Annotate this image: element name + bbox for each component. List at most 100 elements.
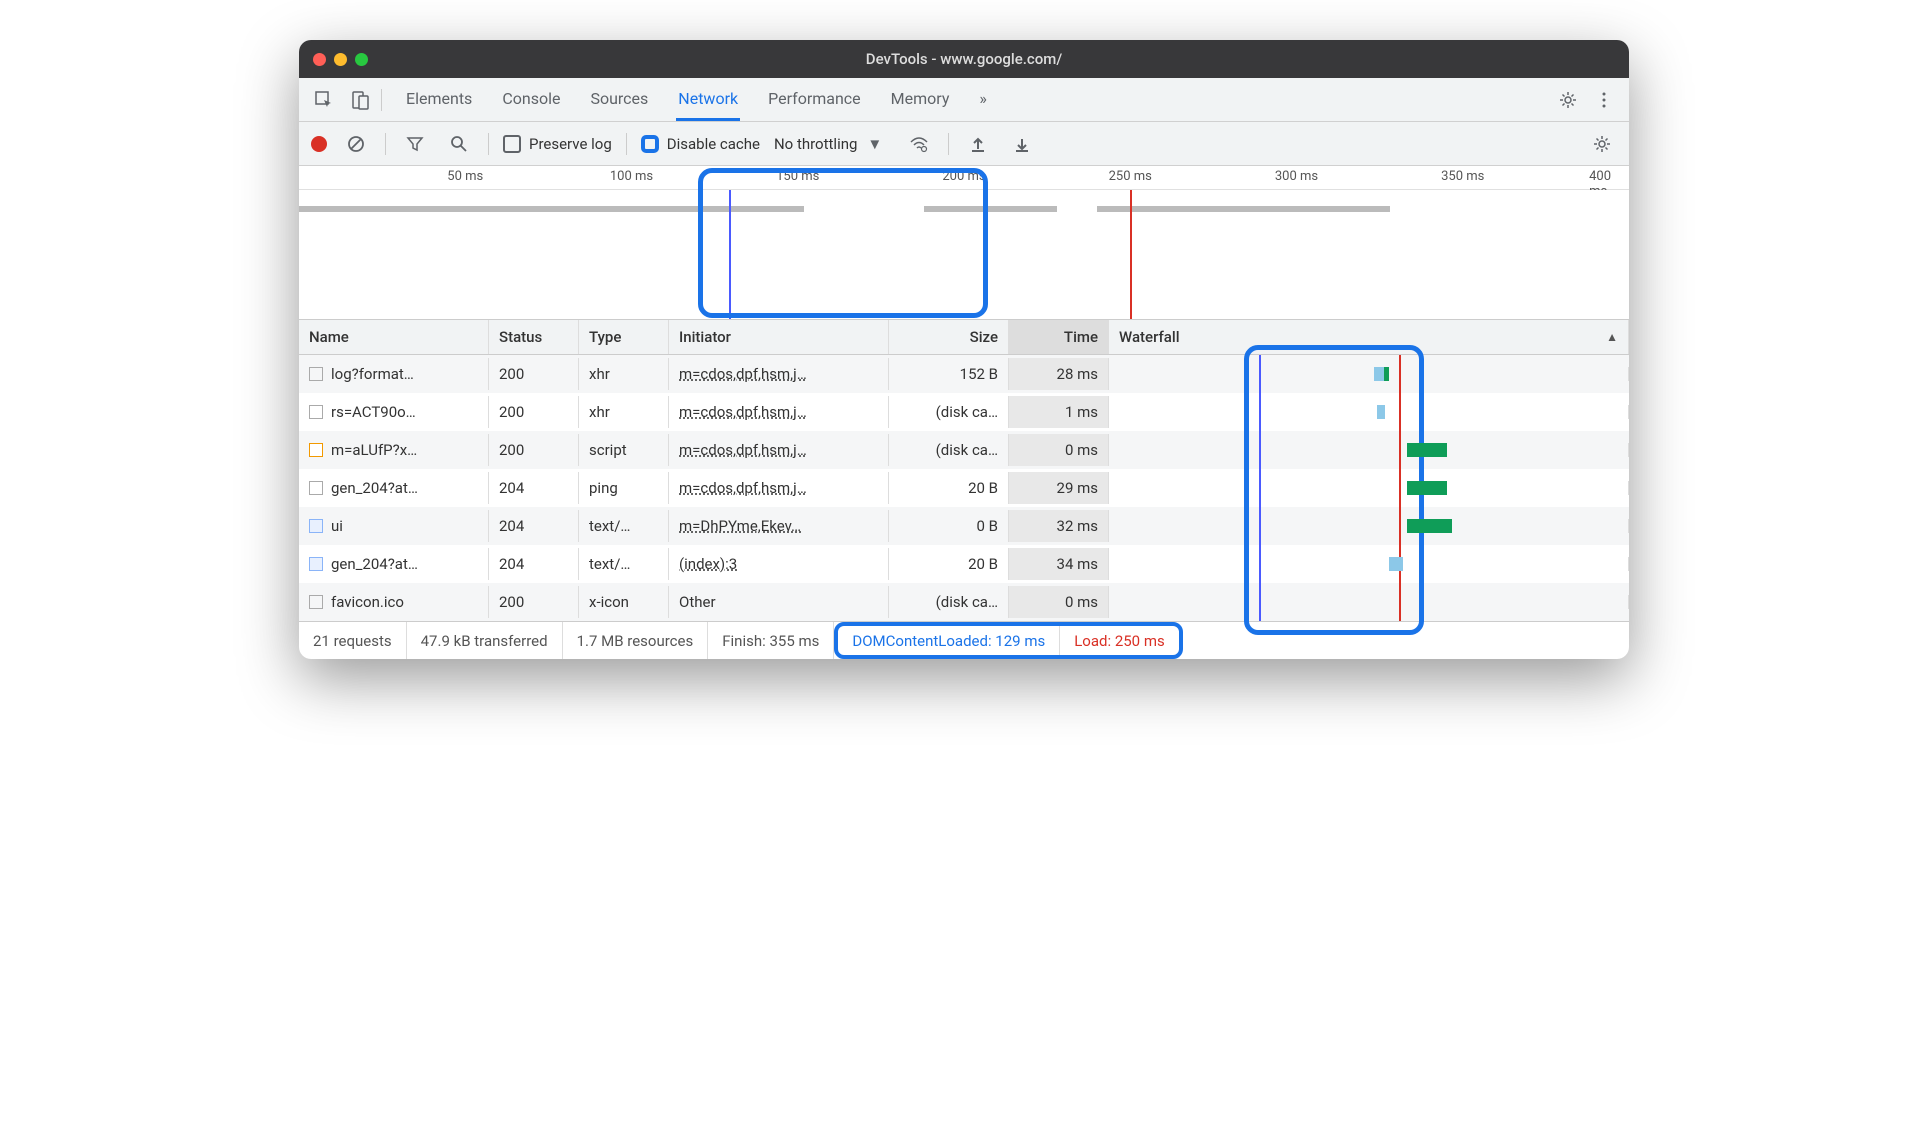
inspect-icon[interactable] — [309, 85, 339, 115]
waterfall-bar — [1407, 481, 1447, 495]
cell-initiator[interactable]: m=cdos,dpf,hsm,j… — [669, 358, 889, 390]
cell-initiator[interactable]: m=cdos,dpf,hsm,j… — [669, 396, 889, 428]
footer-transferred: 47.9 kB transferred — [407, 622, 563, 659]
annotation-highlight: DOMContentLoaded: 129 ms Load: 250 ms — [834, 622, 1182, 659]
timeline-overview[interactable] — [299, 190, 1629, 320]
dcl-marker — [729, 190, 731, 319]
device-toggle-icon[interactable] — [345, 85, 375, 115]
waterfall-bar — [1389, 557, 1403, 571]
upload-har-icon[interactable] — [963, 129, 993, 159]
cell-type: text/… — [579, 510, 669, 542]
cell-status: 204 — [489, 472, 579, 504]
file-icon — [309, 557, 323, 571]
record-button[interactable] — [311, 136, 327, 152]
separator — [626, 133, 627, 155]
kebab-icon[interactable] — [1589, 85, 1619, 115]
cell-type: xhr — [579, 396, 669, 428]
col-name[interactable]: Name — [299, 320, 489, 354]
waterfall-bar — [1374, 367, 1384, 381]
titlebar: DevTools - www.google.com/ — [299, 40, 1629, 78]
tab-sources[interactable]: Sources — [588, 79, 650, 120]
tab-performance[interactable]: Performance — [766, 79, 863, 120]
cell-type: x-icon — [579, 586, 669, 618]
tab-elements[interactable]: Elements — [404, 79, 474, 120]
more-tabs-icon[interactable]: » — [977, 79, 989, 120]
cell-initiator[interactable]: m=cdos,dpf,hsm,j… — [669, 472, 889, 504]
download-har-icon[interactable] — [1007, 129, 1037, 159]
cell-type: text/… — [579, 548, 669, 580]
cell-time: 34 ms — [1009, 548, 1109, 580]
table-row[interactable]: gen_204?at…204pingm=cdos,dpf,hsm,j…20 B2… — [299, 469, 1629, 507]
ruler-tick: 100 ms — [610, 169, 653, 184]
cell-initiator[interactable]: m=cdos,dpf,hsm,j… — [669, 434, 889, 466]
sort-asc-icon: ▲ — [1606, 330, 1618, 344]
disable-cache-checkbox[interactable]: Disable cache — [641, 135, 760, 153]
col-size[interactable]: Size — [889, 320, 1009, 354]
table-row[interactable]: ui204text/…m=DhPYme,Ekev…0 B32 ms — [299, 507, 1629, 545]
cell-size: (disk ca… — [889, 586, 1009, 618]
cell-type: xhr — [579, 358, 669, 390]
cell-initiator[interactable]: m=DhPYme,Ekev… — [669, 510, 889, 542]
cell-time: 1 ms — [1009, 396, 1109, 428]
ruler-tick: 350 ms — [1441, 169, 1484, 184]
gear-icon[interactable] — [1553, 85, 1583, 115]
tab-console[interactable]: Console — [500, 79, 562, 120]
cell-size: (disk ca… — [889, 396, 1009, 428]
cell-waterfall — [1109, 405, 1629, 419]
cell-name: gen_204?at… — [299, 548, 489, 580]
preserve-log-checkbox[interactable]: Preserve log — [503, 135, 612, 153]
col-status[interactable]: Status — [489, 320, 579, 354]
chevron-down-icon: ▼ — [867, 135, 882, 153]
cell-status: 200 — [489, 396, 579, 428]
preserve-log-label: Preserve log — [529, 135, 612, 153]
checkbox-icon — [503, 135, 521, 153]
cell-waterfall — [1109, 443, 1629, 457]
throttling-select[interactable]: No throttling ▼ — [774, 135, 890, 153]
checkbox-icon — [641, 135, 659, 153]
col-type[interactable]: Type — [579, 320, 669, 354]
cell-initiator[interactable]: Other — [669, 586, 889, 618]
cell-waterfall — [1109, 519, 1629, 533]
load-marker — [1130, 190, 1132, 319]
ruler-tick: 200 ms — [942, 169, 985, 184]
annotation-highlight — [698, 168, 988, 318]
search-icon[interactable] — [444, 129, 474, 159]
table-row[interactable]: gen_204?at…204text/…(index):320 B34 ms — [299, 545, 1629, 583]
status-footer: 21 requests 47.9 kB transferred 1.7 MB r… — [299, 621, 1629, 659]
cell-status: 200 — [489, 586, 579, 618]
col-waterfall-label: Waterfall — [1119, 328, 1180, 346]
cell-size: 0 B — [889, 510, 1009, 542]
waterfall-bar — [1407, 519, 1452, 533]
tab-network[interactable]: Network — [676, 79, 740, 121]
tab-memory[interactable]: Memory — [889, 79, 952, 120]
cell-initiator[interactable]: (index):3 — [669, 548, 889, 580]
waterfall-bar — [1407, 443, 1447, 457]
col-time[interactable]: Time — [1009, 320, 1109, 354]
filter-icon[interactable] — [400, 129, 430, 159]
timeline-ruler[interactable]: 50 ms 100 ms 150 ms 200 ms 250 ms 300 ms… — [299, 166, 1629, 190]
file-icon — [309, 443, 323, 457]
throttling-label: No throttling — [774, 135, 857, 153]
cell-name: log?format… — [299, 358, 489, 390]
clear-icon[interactable] — [341, 129, 371, 159]
network-table: Name Status Type Initiator Size Time Wat… — [299, 320, 1629, 621]
network-conditions-icon[interactable] — [904, 129, 934, 159]
cell-type: script — [579, 434, 669, 466]
col-waterfall[interactable]: Waterfall ▲ — [1109, 320, 1629, 354]
gear-icon[interactable] — [1587, 129, 1617, 159]
table-row[interactable]: m=aLUfP?x…200scriptm=cdos,dpf,hsm,j…(dis… — [299, 431, 1629, 469]
cell-time: 28 ms — [1009, 358, 1109, 390]
separator — [948, 133, 949, 155]
col-initiator[interactable]: Initiator — [669, 320, 889, 354]
cell-waterfall — [1109, 481, 1629, 495]
window-title: DevTools - www.google.com/ — [299, 50, 1629, 68]
table-row[interactable]: favicon.ico200x-iconOther(disk ca…0 ms — [299, 583, 1629, 621]
table-row[interactable]: rs=ACT90o…200xhrm=cdos,dpf,hsm,j…(disk c… — [299, 393, 1629, 431]
cell-name: ui — [299, 510, 489, 542]
file-icon — [309, 595, 323, 609]
table-row[interactable]: log?format…200xhrm=cdos,dpf,hsm,j…152 B2… — [299, 355, 1629, 393]
file-icon — [309, 367, 323, 381]
ruler-tick: 150 ms — [776, 169, 819, 184]
cell-name: m=aLUfP?x… — [299, 434, 489, 466]
cell-size: (disk ca… — [889, 434, 1009, 466]
